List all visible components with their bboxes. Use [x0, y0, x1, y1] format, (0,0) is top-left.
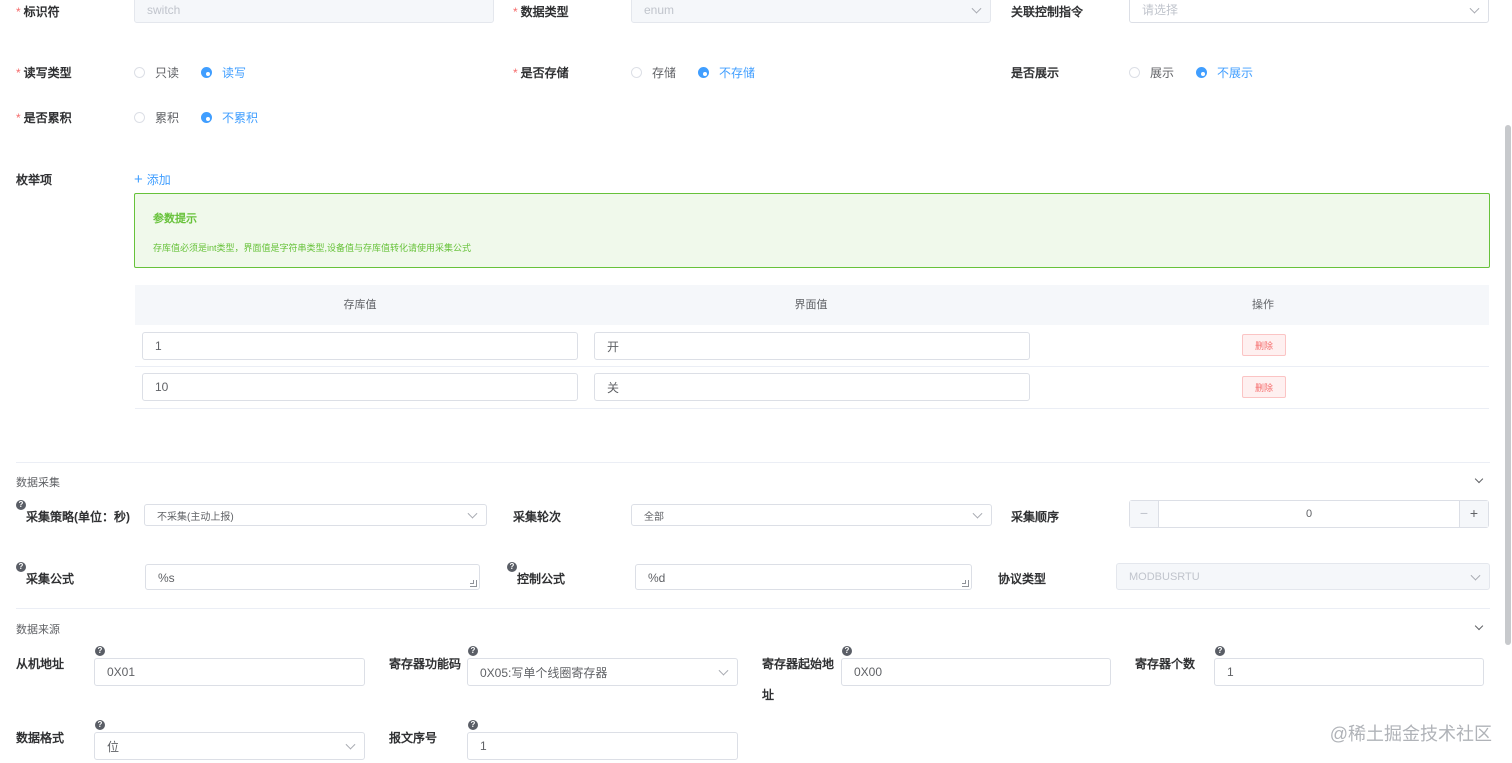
stored-value-input[interactable]: 1 — [142, 332, 578, 360]
identifier-input[interactable]: switch — [134, 0, 494, 23]
question-icon[interactable]: ? — [16, 562, 26, 572]
control-formula-label: 控制公式 — [517, 572, 566, 586]
collection-section-title: 数据采集 — [16, 477, 60, 489]
radio-accumulate[interactable]: 累积 — [134, 109, 179, 126]
data-format-label: 数据格式 — [16, 731, 65, 745]
section-divider — [16, 462, 1490, 463]
resize-handle-icon[interactable] — [470, 580, 477, 587]
round-select[interactable]: 全部 — [631, 504, 992, 526]
msg-seq-input[interactable]: 1 — [467, 732, 738, 760]
enum-table-header: 存库值 界面值 操作 — [135, 285, 1489, 325]
alert-description: 存库值必须是int类型，界面值是字符串类型,设备值与存库值转化请使用采集公式 — [153, 243, 472, 253]
add-enum-button[interactable]: + 添加 — [134, 171, 171, 188]
question-icon[interactable]: ? — [95, 720, 105, 730]
delete-button[interactable]: 删除 — [1242, 334, 1286, 356]
accumulate-radio-group: 累积 不累积 — [134, 109, 280, 126]
increment-button[interactable]: + — [1459, 501, 1488, 527]
enum-label: 枚举项 — [16, 173, 53, 187]
formula-label: 采集公式 — [26, 572, 75, 586]
order-value[interactable]: 0 — [1160, 501, 1458, 527]
radio-readonly[interactable]: 只读 — [134, 64, 179, 81]
column-header-stored: 存库值 — [343, 299, 377, 311]
radio-readwrite[interactable]: 读写 — [201, 64, 246, 81]
radio-store[interactable]: 存储 — [631, 64, 676, 81]
slave-addr-label: 从机地址 — [16, 657, 65, 671]
column-header-action: 操作 — [1252, 299, 1274, 311]
rw-type-label: * 读写类型 — [16, 66, 72, 80]
question-icon[interactable]: ? — [842, 646, 852, 656]
displayed-radio-group: 展示 不展示 — [1129, 64, 1275, 81]
question-icon[interactable]: ? — [95, 646, 105, 656]
radio-no-store[interactable]: 不存储 — [698, 64, 755, 81]
question-icon[interactable]: ? — [16, 500, 26, 510]
reg-count-input[interactable]: 1 — [1214, 658, 1484, 686]
func-code-select[interactable]: 0X05:写单个线圈寄存器 — [467, 658, 738, 686]
data-type-select[interactable]: enum — [631, 0, 991, 23]
display-value-input[interactable]: 开 — [594, 332, 1030, 360]
protocol-select[interactable]: MODBUSRTU — [1116, 563, 1490, 590]
data-format-select[interactable]: 位 — [94, 732, 365, 760]
chevron-down-icon — [467, 508, 478, 519]
watermark-text: @稀土掘金技术社区 — [1329, 724, 1492, 744]
rw-type-radio-group: 只读 读写 — [134, 64, 268, 81]
order-stepper[interactable]: − 0 + — [1129, 500, 1489, 528]
column-header-display: 界面值 — [794, 299, 828, 311]
display-value-input[interactable]: 关 — [594, 373, 1030, 401]
chevron-down-icon — [971, 3, 982, 14]
radio-no-accumulate[interactable]: 不累积 — [201, 109, 258, 126]
accumulate-label: * 是否累积 — [16, 111, 72, 125]
func-code-label: 寄存器功能码 — [389, 657, 462, 671]
strategy-select[interactable]: 不采集(主动上报) — [144, 504, 487, 526]
alert-title: 参数提示 — [153, 213, 197, 225]
slave-addr-input[interactable]: 0X01 — [94, 658, 365, 686]
decrement-button[interactable]: − — [1130, 501, 1159, 527]
vertical-scrollbar[interactable] — [1505, 125, 1511, 645]
delete-button[interactable]: 删除 — [1242, 376, 1286, 398]
chevron-down-icon — [972, 508, 983, 519]
linked-command-label: 关联控制指令 — [1011, 5, 1084, 19]
source-section-title: 数据来源 — [16, 624, 60, 636]
question-icon[interactable]: ? — [1215, 646, 1225, 656]
collapse-chevron-icon[interactable] — [1474, 474, 1484, 484]
param-alert: 参数提示 存库值必须是int类型，界面值是字符串类型,设备值与存库值转化请使用采… — [134, 193, 1490, 268]
start-addr-input[interactable]: 0X00 — [841, 658, 1111, 686]
chevron-down-icon — [1470, 570, 1481, 581]
resize-handle-icon[interactable] — [962, 580, 969, 587]
reg-count-label: 寄存器个数 — [1135, 657, 1196, 671]
question-icon[interactable]: ? — [468, 646, 478, 656]
displayed-label: 是否展示 — [1011, 66, 1060, 80]
row-divider — [135, 366, 1489, 367]
linked-command-select[interactable]: 请选择 — [1129, 0, 1489, 23]
row-divider — [135, 408, 1489, 409]
round-label: 采集轮次 — [513, 510, 562, 524]
identifier-label: * 标识符 — [16, 5, 60, 19]
plus-icon: + — [134, 170, 143, 188]
protocol-label: 协议类型 — [998, 572, 1047, 586]
question-icon[interactable]: ? — [468, 720, 478, 730]
radio-no-display[interactable]: 不展示 — [1196, 64, 1253, 81]
chevron-down-icon — [718, 665, 729, 676]
chevron-down-icon — [1469, 3, 1480, 14]
start-addr-label: 寄存器起始地址 — [762, 657, 835, 702]
collapse-chevron-icon[interactable] — [1474, 621, 1484, 631]
radio-display[interactable]: 展示 — [1129, 64, 1174, 81]
order-label: 采集顺序 — [1011, 510, 1060, 524]
stored-radio-group: 存储 不存储 — [631, 64, 777, 81]
stored-label: * 是否存储 — [513, 66, 569, 80]
formula-textarea[interactable]: %s — [145, 564, 480, 590]
section-divider — [16, 608, 1490, 609]
chevron-down-icon — [345, 739, 356, 750]
question-icon[interactable]: ? — [507, 562, 517, 572]
strategy-label: 采集策略(单位：秒) — [26, 510, 130, 524]
control-formula-textarea[interactable]: %d — [635, 564, 972, 590]
data-type-label: * 数据类型 — [513, 5, 569, 19]
stored-value-input[interactable]: 10 — [142, 373, 578, 401]
msg-seq-label: 报文序号 — [389, 731, 438, 745]
